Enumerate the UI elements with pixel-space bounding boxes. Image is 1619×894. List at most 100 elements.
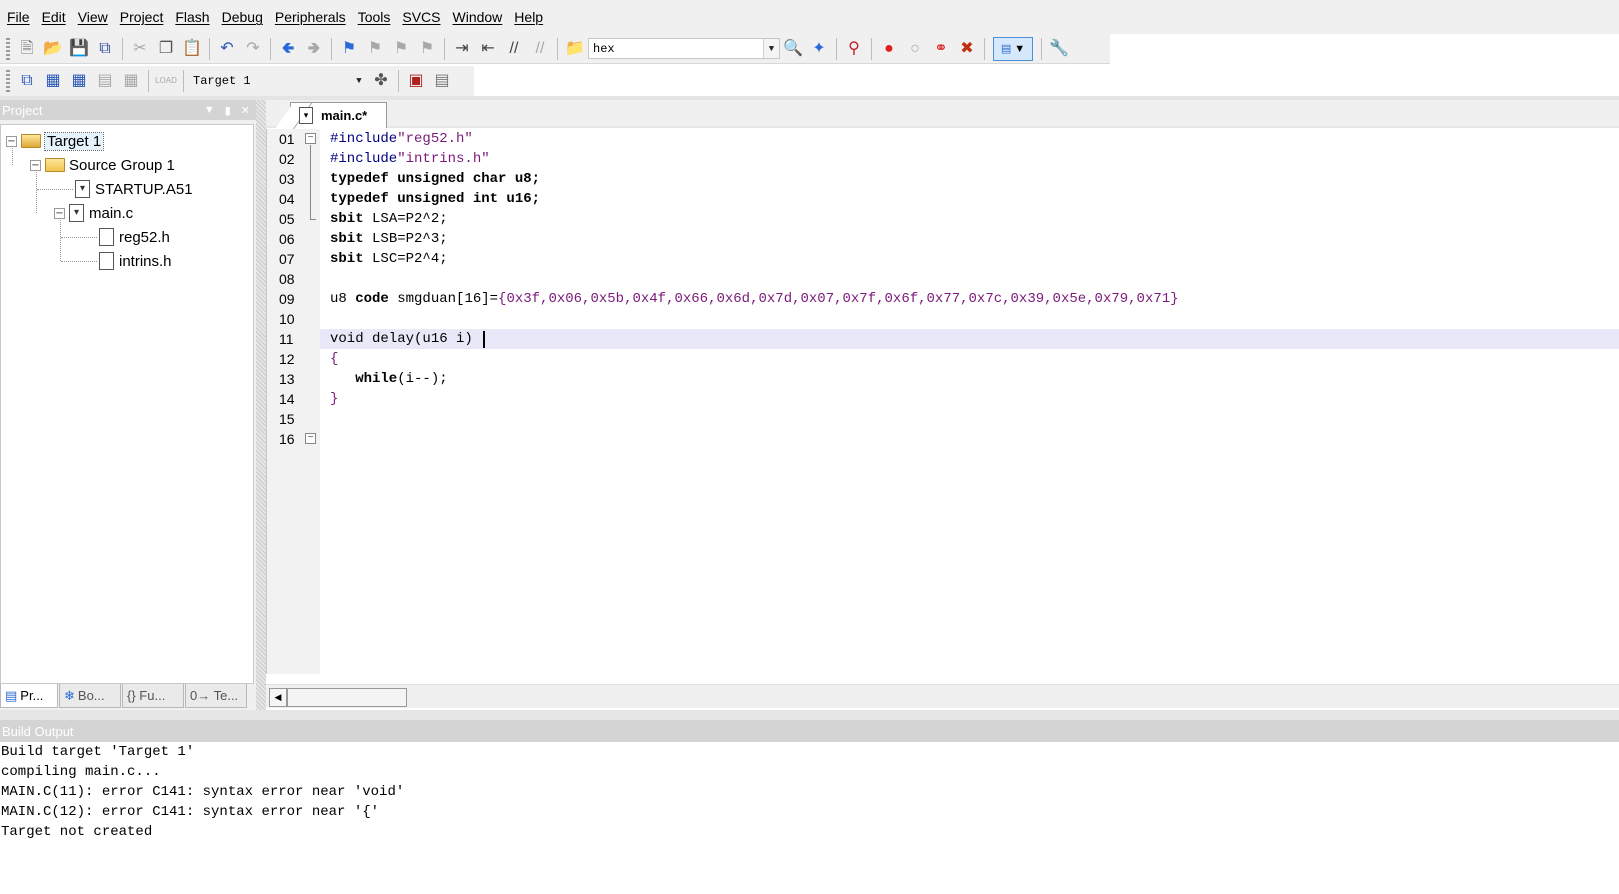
collapse-icon[interactable]: −	[6, 135, 17, 147]
bookmark-next-icon[interactable]: ⚑	[388, 37, 414, 61]
project-tree: − Target 1 − Source Group 1 ▾ STARTUP.A5…	[0, 124, 254, 684]
project-panel: Project ▼ ▮ ✕ − Target 1 − Source Group …	[0, 100, 256, 710]
line-number: 03	[279, 171, 295, 187]
stop-build-icon[interactable]: ▦	[118, 69, 144, 93]
pack-installer-icon[interactable]: ▤	[429, 69, 455, 93]
tree-node-reg52[interactable]: reg52.h	[99, 226, 170, 248]
outdent-icon[interactable]: ⇤	[475, 37, 501, 61]
line-number: 08	[279, 271, 295, 287]
undo-icon[interactable]: ↶	[214, 37, 240, 61]
nav-back-icon[interactable]: 🢀	[275, 37, 301, 61]
redo-icon[interactable]: ↷	[240, 37, 266, 61]
debug-start-icon[interactable]: ⚲	[841, 37, 867, 61]
bookmark-clear-icon[interactable]: ⚑	[414, 37, 440, 61]
line-number: 06	[279, 231, 295, 247]
horizontal-scrollbar[interactable]: ◀	[266, 684, 1619, 708]
tab-project[interactable]: ▤ Pr...	[0, 684, 58, 708]
disable-all-breakpoints-icon[interactable]: ⚭	[928, 37, 954, 61]
toolbar-separator	[557, 37, 558, 60]
chevron-down-icon[interactable]: ▼	[351, 72, 367, 91]
close-icon[interactable]: ✕	[241, 104, 250, 117]
toolbar-grip[interactable]	[6, 37, 10, 60]
menu-debug[interactable]: Debug	[219, 9, 272, 25]
tree-node-main[interactable]: − ▾ main.c	[54, 202, 133, 224]
tab-functions[interactable]: {} Fu...	[122, 684, 184, 708]
breakpoint-icon[interactable]: ●	[876, 37, 902, 61]
editor-area: ▾ main.c* 01 − 02 03 04 05 06 07 08 09 1…	[266, 100, 1619, 710]
toolbar-grip[interactable]	[6, 70, 10, 92]
menu-peripherals[interactable]: Peripherals	[272, 9, 355, 25]
copy-icon[interactable]: ❐	[153, 37, 179, 61]
line-number: 01	[279, 131, 295, 147]
toolbar-separator	[1041, 37, 1042, 60]
new-file-icon[interactable]: 🗎	[14, 37, 40, 61]
build-output-panel[interactable]: Build target 'Target 1' compiling main.c…	[0, 742, 1619, 894]
pin-icon[interactable]: ▮	[225, 104, 231, 117]
load-icon[interactable]: LOAD	[153, 69, 179, 93]
menu-view[interactable]: View	[75, 9, 117, 25]
line-number: 02	[279, 151, 295, 167]
target-folder-icon	[21, 134, 41, 148]
tree-node-target[interactable]: − Target 1	[6, 130, 105, 152]
bookmark-prev-icon[interactable]: ⚑	[362, 37, 388, 61]
bookmark-icon[interactable]: ⚑	[336, 37, 362, 61]
save-all-icon[interactable]: ⧉	[92, 37, 118, 61]
panel-splitter[interactable]	[256, 100, 266, 710]
menu-tools[interactable]: Tools	[355, 9, 400, 25]
line-number: 11	[279, 331, 294, 347]
chevron-down-icon[interactable]: ▼	[204, 104, 215, 116]
find-icon[interactable]: 🔍	[780, 37, 806, 61]
rebuild-icon[interactable]: ▦	[66, 69, 92, 93]
cut-icon[interactable]: ✂	[127, 37, 153, 61]
manage-icon[interactable]: ▣	[403, 69, 429, 93]
find-in-files-icon[interactable]: 📁	[562, 37, 588, 61]
scroll-left-icon[interactable]: ◀	[269, 688, 287, 707]
tab-templates-label: 0→ Te...	[190, 688, 239, 703]
menu-flash[interactable]: Flash	[172, 9, 218, 25]
tree-node-startup[interactable]: ▾ STARTUP.A51	[75, 178, 193, 200]
toolbar-separator	[148, 70, 149, 92]
target-combo[interactable]: Target 1 ▼	[188, 70, 368, 92]
options-icon[interactable]: ✤	[368, 69, 394, 93]
tree-node-intrins[interactable]: intrins.h	[99, 250, 172, 272]
translate-icon[interactable]: ⧉	[14, 69, 40, 93]
build-output-header: Build Output	[0, 720, 1619, 742]
fold-collapse-icon[interactable]: −	[305, 133, 316, 144]
chevron-down-icon[interactable]: ▼	[763, 39, 779, 58]
window-layout-button[interactable]: ▤ ▼	[993, 36, 1033, 61]
save-icon[interactable]: 💾	[66, 37, 92, 61]
open-folder-icon[interactable]: 📂	[40, 37, 66, 61]
paste-icon[interactable]: 📋	[179, 37, 205, 61]
kill-all-breakpoints-icon[interactable]: ✖	[954, 37, 980, 61]
menu-help[interactable]: Help	[511, 9, 552, 25]
menu-window[interactable]: Window	[450, 9, 512, 25]
find-combo[interactable]: hex ▼	[588, 38, 780, 59]
nav-forward-icon[interactable]: 🢂	[301, 37, 327, 61]
tab-templates[interactable]: 0→ Te...	[185, 684, 247, 708]
tab-books[interactable]: ❄ Bo...	[59, 684, 121, 708]
menu-project[interactable]: Project	[117, 9, 173, 25]
code-editor[interactable]: #include "reg52.h" #include "intrins.h" …	[320, 129, 1619, 674]
comment-icon[interactable]: //	[501, 37, 527, 61]
tab-main-c-label: main.c*	[321, 108, 368, 123]
tree-node-source-group[interactable]: − Source Group 1	[30, 154, 175, 176]
books-icon: ❄	[64, 687, 75, 703]
collapse-icon[interactable]: −	[54, 207, 65, 219]
batch-build-icon[interactable]: ▤	[92, 69, 118, 93]
fold-collapse-icon[interactable]: −	[305, 433, 316, 444]
window-layout-icon: ▤	[1000, 43, 1012, 55]
settings-icon[interactable]: 🔧	[1046, 37, 1072, 61]
uncomment-icon[interactable]: //	[527, 37, 553, 61]
scrollbar-thumb[interactable]	[287, 688, 407, 707]
incremental-find-icon[interactable]: ✦	[806, 37, 832, 61]
tab-main-c[interactable]: ▾ main.c*	[290, 102, 387, 128]
collapse-icon[interactable]: −	[30, 159, 41, 171]
build-output-splitter[interactable]	[0, 710, 1619, 720]
build-icon[interactable]: ▦	[40, 69, 66, 93]
build-output-line: Build target 'Target 1'	[1, 744, 195, 760]
menu-svcs[interactable]: SVCS	[399, 9, 449, 25]
menu-file[interactable]: File	[4, 9, 39, 25]
breakpoint-disabled-icon[interactable]: ○	[902, 37, 928, 61]
menu-edit[interactable]: Edit	[39, 9, 75, 25]
indent-icon[interactable]: ⇥	[449, 37, 475, 61]
